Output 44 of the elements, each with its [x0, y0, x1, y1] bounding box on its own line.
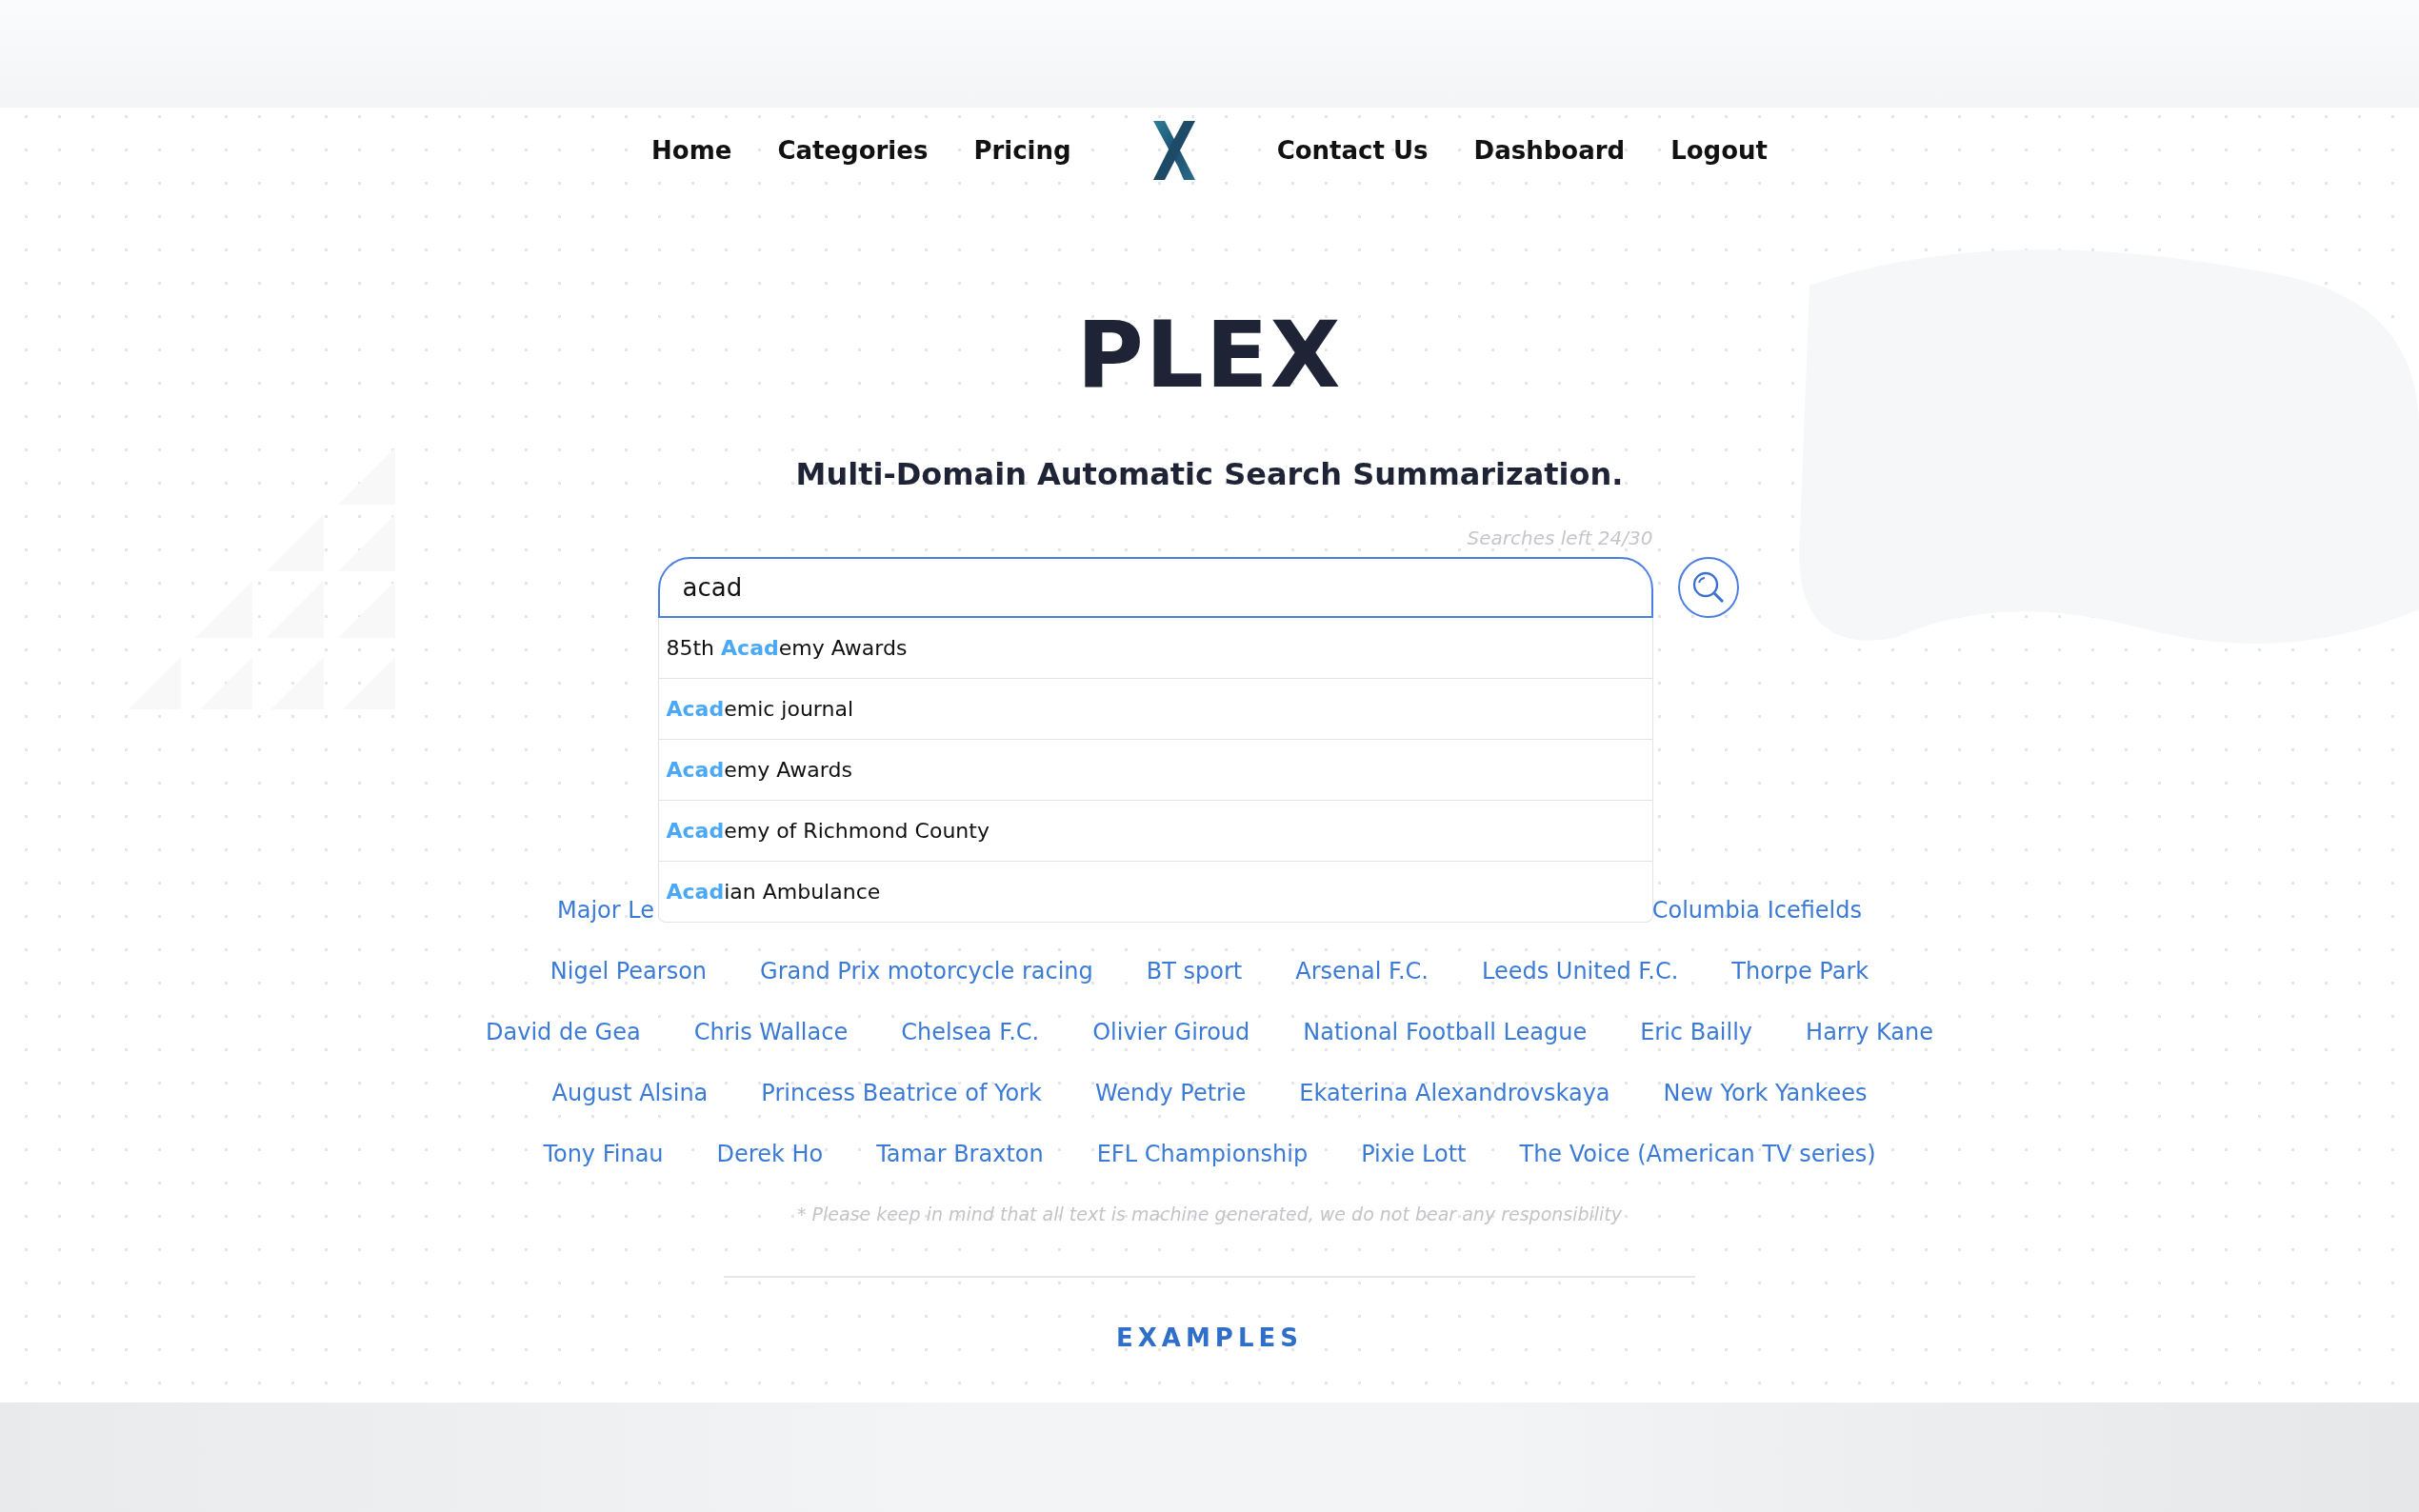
nav-link[interactable]: Categories [777, 136, 929, 165]
topic-link[interactable]: Eric Bailly [1640, 1019, 1753, 1045]
disclaimer: * Please keep in mind that all text is machine generated, we do not bear any responsibility [796, 1204, 1623, 1224]
topic-link[interactable]: Princess Beatrice of York [761, 1080, 1042, 1106]
topic-link[interactable]: Derek Ho [716, 1141, 824, 1167]
suggestion-item[interactable]: Academy of Richmond County [658, 800, 1652, 861]
nav-link[interactable]: Logout [1670, 136, 1768, 165]
nav-link[interactable]: Dashboard [1473, 136, 1626, 165]
topic-link[interactable]: Columbia Icefields [1651, 897, 1862, 924]
topic-link[interactable]: Harry Kane [1806, 1019, 1933, 1045]
suggestion-item[interactable]: Acadian Ambulance [658, 861, 1652, 922]
section-heading: EXAMPLES [1116, 1323, 1303, 1352]
nav-link[interactable]: Pricing [973, 136, 1071, 165]
topic-link[interactable]: Chris Wallace [693, 1019, 849, 1045]
topic-link[interactable]: New York Yankees [1663, 1080, 1868, 1106]
topic-link[interactable]: Tamar Braxton [876, 1141, 1044, 1167]
suggestion-item[interactable]: Academy Awards [658, 739, 1652, 800]
topic-link[interactable]: Arsenal F.C. [1295, 958, 1429, 985]
topic-link[interactable]: The Voice (American TV series) [1519, 1141, 1876, 1167]
logo-icon[interactable] [1152, 121, 1195, 180]
topic-link[interactable]: Major Le [557, 897, 654, 924]
topic-link[interactable]: BT sport [1146, 958, 1243, 985]
topic-link[interactable]: Thorpe Park [1731, 958, 1869, 985]
tagline: Multi-Domain Automatic Search Summarization. [795, 456, 1624, 492]
suggestion-item[interactable]: 85th Academy Awards [658, 618, 1652, 678]
topic-link[interactable]: Tony Finau [543, 1141, 664, 1167]
topic-link[interactable]: Leeds United F.C. [1481, 958, 1679, 985]
nav-link[interactable]: Contact Us [1276, 136, 1429, 165]
topic-link[interactable]: Ekaterina Alexandrovskaya [1299, 1080, 1610, 1106]
search-field[interactable]: acad [657, 557, 1653, 618]
nav-link[interactable]: Home [651, 136, 732, 165]
topic-link[interactable]: Pixie Lott [1361, 1141, 1467, 1167]
topic-link[interactable]: Olivier Giroud [1092, 1019, 1250, 1045]
site-title: PLEX [1076, 309, 1343, 401]
suggestion-item[interactable]: Academic journal [658, 678, 1652, 739]
topic-link[interactable]: Chelsea F.C. [901, 1019, 1040, 1045]
topic-link[interactable]: Wendy Petrie [1094, 1080, 1247, 1106]
topic-link[interactable]: EFL Championship [1096, 1141, 1309, 1167]
topic-link[interactable]: Nigel Pearson [550, 958, 708, 985]
topic-link[interactable]: National Football League [1303, 1019, 1588, 1045]
topic-link[interactable]: August Alsina [551, 1080, 709, 1106]
topic-link[interactable]: Grand Prix motorcycle racing [760, 958, 1093, 985]
topic-link[interactable]: David de Gea [486, 1019, 641, 1045]
searches-counter: Searches left 24/30 [1466, 527, 1653, 551]
